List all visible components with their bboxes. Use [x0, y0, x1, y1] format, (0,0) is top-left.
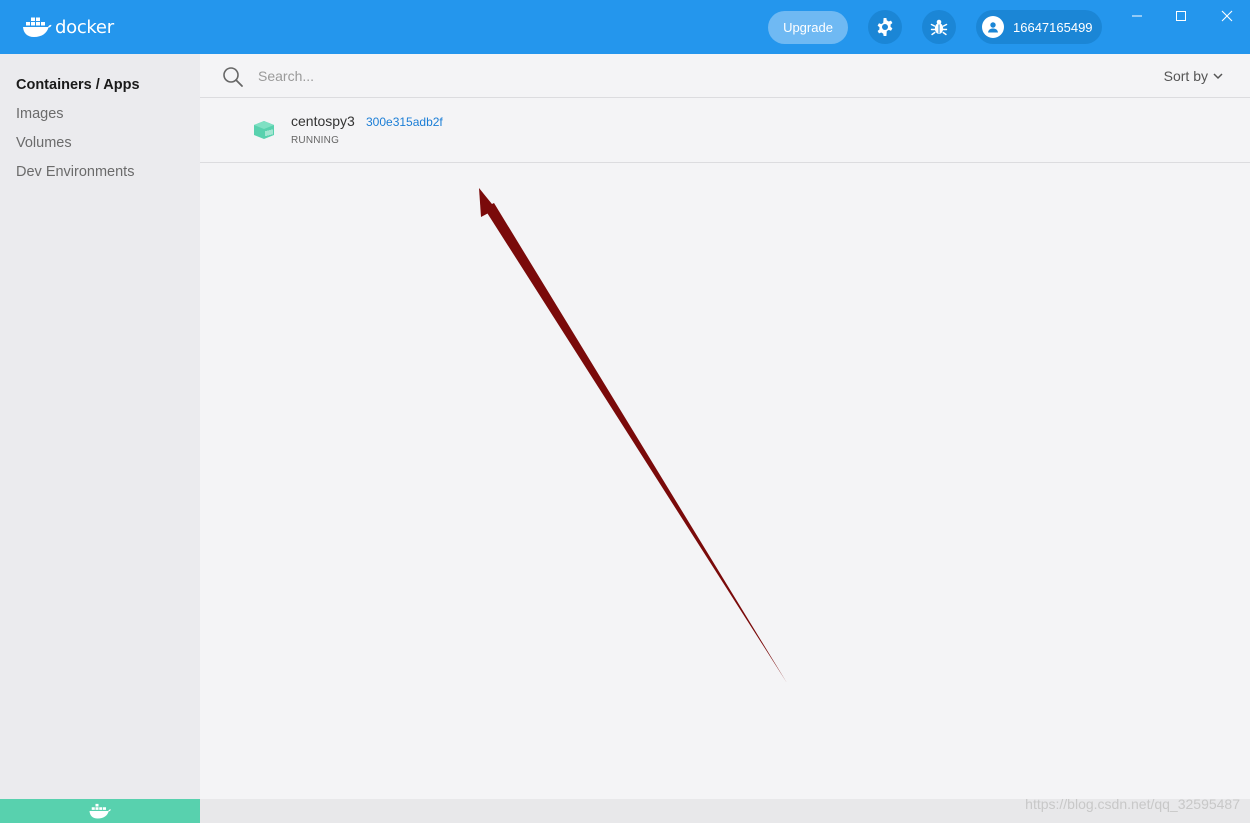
maximize-button[interactable] — [1166, 4, 1196, 28]
container-row[interactable]: centospy3 300e315adb2f RUNNING — [200, 98, 1250, 163]
sort-by-dropdown[interactable]: Sort by — [1164, 68, 1224, 84]
container-id[interactable]: 300e315adb2f — [366, 115, 443, 129]
account-id: 16647165499 — [1013, 19, 1093, 35]
sidebar-item-containers-apps[interactable]: Containers / Apps — [16, 77, 140, 93]
bug-icon — [930, 19, 948, 36]
maximize-icon — [1176, 11, 1186, 21]
gear-icon — [877, 18, 893, 36]
upgrade-button[interactable]: Upgrade — [768, 11, 848, 44]
settings-button[interactable] — [868, 10, 902, 44]
search-input[interactable] — [258, 64, 758, 88]
sort-by-label: Sort by — [1163, 68, 1208, 84]
whale-icon — [89, 803, 111, 819]
container-name[interactable]: centospy3 — [291, 113, 355, 129]
watermark: https://blog.csdn.net/qq_32595487 — [1025, 796, 1240, 812]
account-button[interactable]: 16647165499 — [976, 10, 1102, 44]
chevron-down-icon — [1213, 73, 1223, 80]
sidebar-item-images[interactable]: Images — [16, 106, 64, 122]
container-icon — [254, 121, 274, 139]
sidebar: Containers / Apps Images Volumes Dev Env… — [0, 54, 200, 823]
troubleshoot-button[interactable] — [922, 10, 956, 44]
search-bar: Sort by — [200, 54, 1250, 98]
search-icon — [223, 67, 243, 87]
close-icon — [1221, 10, 1233, 22]
minimize-icon — [1132, 15, 1142, 17]
title-bar: docker Upgrade 16647165499 — [0, 0, 1250, 54]
brand-name: docker — [55, 16, 114, 38]
minimize-button[interactable] — [1122, 4, 1152, 28]
user-icon — [982, 16, 1004, 38]
close-window-button[interactable] — [1212, 4, 1242, 28]
docker-logo-icon — [23, 17, 52, 37]
docker-logo: docker — [22, 14, 114, 40]
sidebar-item-volumes[interactable]: Volumes — [16, 135, 72, 151]
sidebar-item-dev-environments[interactable]: Dev Environments — [16, 164, 134, 180]
docker-status-bar[interactable] — [0, 799, 200, 823]
container-status: RUNNING — [291, 135, 340, 146]
